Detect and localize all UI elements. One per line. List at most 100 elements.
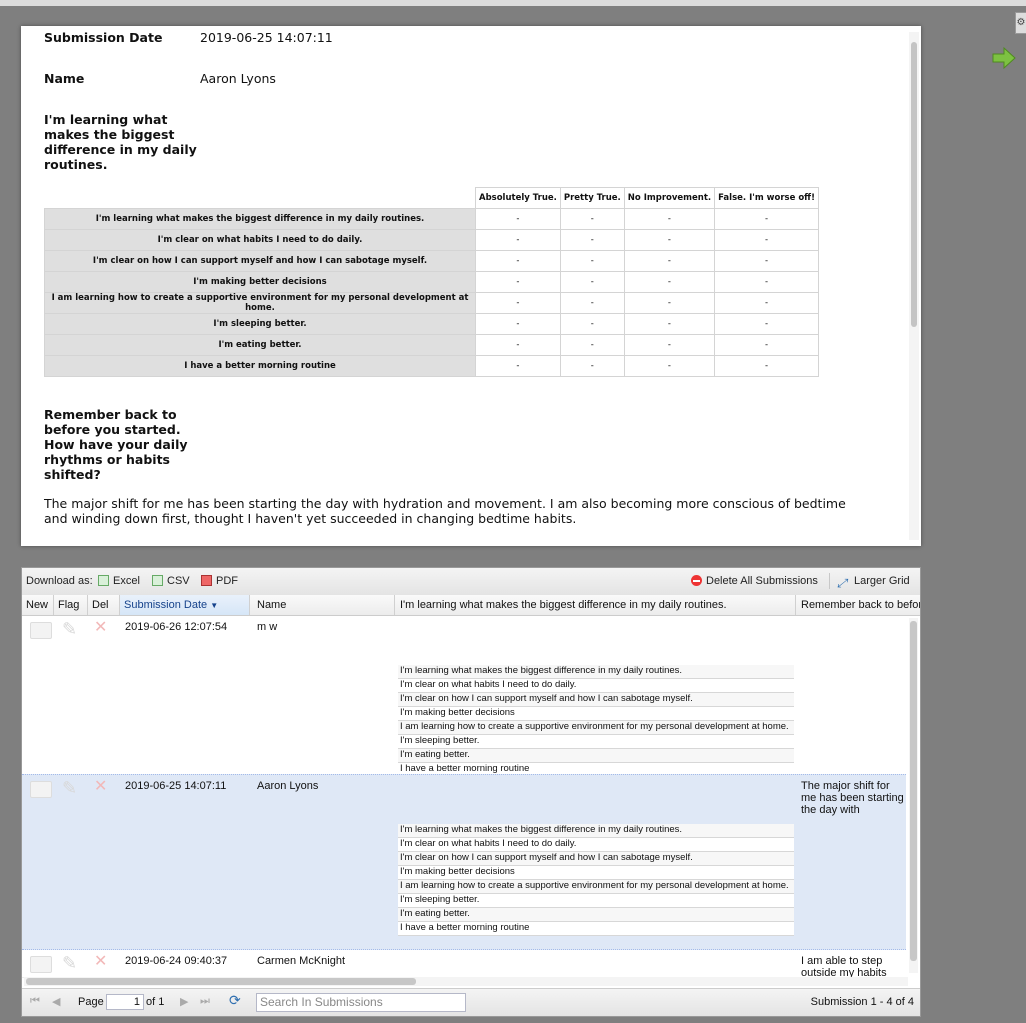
flag-icon[interactable]: ✎ xyxy=(62,779,82,797)
larger-grid-button[interactable]: ⤢ Larger Grid xyxy=(837,575,910,590)
new-envelope-icon[interactable] xyxy=(30,622,52,639)
matrix-row-label: I'm eating better. xyxy=(44,334,476,356)
row-date: 2019-06-26 12:07:54 xyxy=(125,621,228,633)
grid-horizontal-scroll-thumb[interactable] xyxy=(26,978,416,985)
settings-gear-icon[interactable]: ⚙ xyxy=(1015,12,1026,34)
table-row-selected[interactable]: ✎ ✕ 2019-06-25 14:07:11 Aaron Lyons I'm … xyxy=(22,774,906,950)
matrix-cell: - xyxy=(623,250,716,272)
matrix-summary-line: I am learning how to create a supportive… xyxy=(398,880,794,894)
matrix-cell: - xyxy=(714,355,819,377)
delete-row-icon[interactable]: ✕ xyxy=(94,620,108,636)
submission-count-summary: Submission 1 - 4 of 4 xyxy=(810,996,914,1008)
larger-grid-label: Larger Grid xyxy=(854,575,910,587)
matrix-cell: - xyxy=(475,229,561,251)
matrix-cell: - xyxy=(714,229,819,251)
flag-icon[interactable]: ✎ xyxy=(62,620,82,638)
delete-row-icon[interactable]: ✕ xyxy=(94,779,108,795)
matrix-cell: - xyxy=(475,355,561,377)
grid-pager: ⏮ ◀ Page 1 of 1 ▶ ⏭ ⟳ Search In Submissi… xyxy=(22,988,920,1016)
matrix-cell: - xyxy=(714,250,819,272)
matrix-col-header: Pretty True. xyxy=(559,187,625,209)
matrix-cell: - xyxy=(559,271,625,293)
matrix-col-header: False. I'm worse off! xyxy=(714,187,819,209)
detail-scroll-thumb[interactable] xyxy=(911,42,917,327)
matrix-summary-line: I am learning how to create a supportive… xyxy=(398,721,794,735)
grid-horizontal-scrollbar[interactable] xyxy=(24,977,908,986)
matrix-cell: - xyxy=(623,355,716,377)
row-answer: The major shift for me has been starting… xyxy=(801,780,904,816)
matrix-cell: - xyxy=(475,292,561,314)
row-name: m w xyxy=(257,621,278,633)
col-header-new[interactable]: New xyxy=(22,595,54,615)
row-matrix-summary: I'm learning what makes the biggest diff… xyxy=(398,824,794,936)
matrix-row-label: I'm clear on how I can support myself an… xyxy=(44,250,476,272)
matrix-cell: - xyxy=(623,292,716,314)
delete-all-submissions-button[interactable]: Delete All Submissions xyxy=(691,575,818,587)
new-envelope-icon[interactable] xyxy=(30,781,52,798)
matrix-row: I'm learning what makes the biggest diff… xyxy=(44,208,819,230)
flag-icon[interactable]: ✎ xyxy=(62,954,82,972)
matrix-cell: - xyxy=(623,334,716,356)
csv-icon xyxy=(152,575,163,586)
matrix-corner xyxy=(45,188,476,209)
detail-scrollbar[interactable] xyxy=(909,32,919,540)
table-row[interactable]: ✎ ✕ 2019-06-24 09:40:37 Carmen McKnight … xyxy=(22,950,906,978)
search-submissions-input[interactable]: Search In Submissions xyxy=(256,993,466,1012)
download-excel-button[interactable]: Excel xyxy=(98,575,140,587)
pdf-label: PDF xyxy=(216,575,238,587)
matrix-col-header: Absolutely True. xyxy=(475,187,561,209)
grid-vertical-scrollbar[interactable] xyxy=(909,618,918,973)
matrix-question-label: I'm learning what makes the biggest diff… xyxy=(44,112,197,172)
page-label: Page xyxy=(78,996,104,1008)
matrix-row-label: I'm making better decisions xyxy=(44,271,476,293)
col-header-flag[interactable]: Flag xyxy=(54,595,88,615)
matrix-cell: - xyxy=(714,292,819,314)
matrix-cell: - xyxy=(559,229,625,251)
new-envelope-icon[interactable] xyxy=(30,956,52,973)
grid-toolbar: Download as: Excel CSV PDF Delete All Su… xyxy=(22,568,920,596)
name-label: Name xyxy=(44,71,85,86)
next-submission-arrow-icon[interactable] xyxy=(990,44,1018,72)
last-page-icon[interactable]: ⏭ xyxy=(200,995,210,1008)
matrix-cell: - xyxy=(475,271,561,293)
matrix-cell: - xyxy=(714,313,819,335)
matrix-cell: - xyxy=(559,292,625,314)
page-number-input[interactable]: 1 xyxy=(106,994,144,1010)
row-date: 2019-06-25 14:07:11 xyxy=(125,780,227,792)
col-header-name[interactable]: Name xyxy=(253,595,395,615)
toolbar-separator xyxy=(829,573,830,589)
matrix-summary-line: I'm making better decisions xyxy=(398,866,794,880)
refresh-icon[interactable]: ⟳ xyxy=(229,992,241,1009)
matrix-row: I'm clear on what habits I need to do da… xyxy=(44,229,819,251)
row-name: Aaron Lyons xyxy=(257,780,319,792)
matrix-summary-line: I'm learning what makes the biggest diff… xyxy=(398,824,794,838)
matrix-row-label: I am learning how to create a supportive… xyxy=(44,292,476,314)
pdf-icon xyxy=(201,575,212,586)
col-header-del[interactable]: Del xyxy=(88,595,120,615)
matrix-cell: - xyxy=(623,313,716,335)
submission-date-value: 2019-06-25 14:07:11 xyxy=(200,30,333,45)
excel-icon xyxy=(98,575,109,586)
table-row[interactable]: ✎ ✕ 2019-06-26 12:07:54 m w I'm learning… xyxy=(22,616,906,777)
download-csv-button[interactable]: CSV xyxy=(152,575,190,587)
matrix-cell: - xyxy=(714,334,819,356)
grid-header: New Flag Del Submission Date ▼ Name I'm … xyxy=(22,595,920,616)
submissions-grid: Download as: Excel CSV PDF Delete All Su… xyxy=(21,567,921,1017)
row-name: Carmen McKnight xyxy=(257,955,346,967)
col-header-question-2[interactable]: Remember back to before you started. xyxy=(796,595,920,615)
matrix-summary-line: I'm clear on how I can support myself an… xyxy=(398,852,794,866)
matrix-cell: - xyxy=(714,271,819,293)
delete-icon xyxy=(691,575,702,586)
rhythm-answer-text: The major shift for me has been starting… xyxy=(44,496,846,526)
col-header-question-1[interactable]: I'm learning what makes the biggest diff… xyxy=(395,595,796,615)
matrix-row: I'm making better decisions - - - - xyxy=(44,271,819,293)
grid-vertical-scroll-thumb[interactable] xyxy=(910,621,917,961)
next-page-icon[interactable]: ▶ xyxy=(180,995,188,1008)
first-page-icon[interactable]: ⏮ xyxy=(30,995,40,1008)
matrix-summary-line: I'm clear on how I can support myself an… xyxy=(398,693,794,707)
col-header-submission-date[interactable]: Submission Date ▼ xyxy=(120,595,250,615)
download-pdf-button[interactable]: PDF xyxy=(201,575,238,587)
delete-row-icon[interactable]: ✕ xyxy=(94,954,108,970)
prev-page-icon[interactable]: ◀ xyxy=(52,995,60,1008)
csv-label: CSV xyxy=(167,575,190,587)
